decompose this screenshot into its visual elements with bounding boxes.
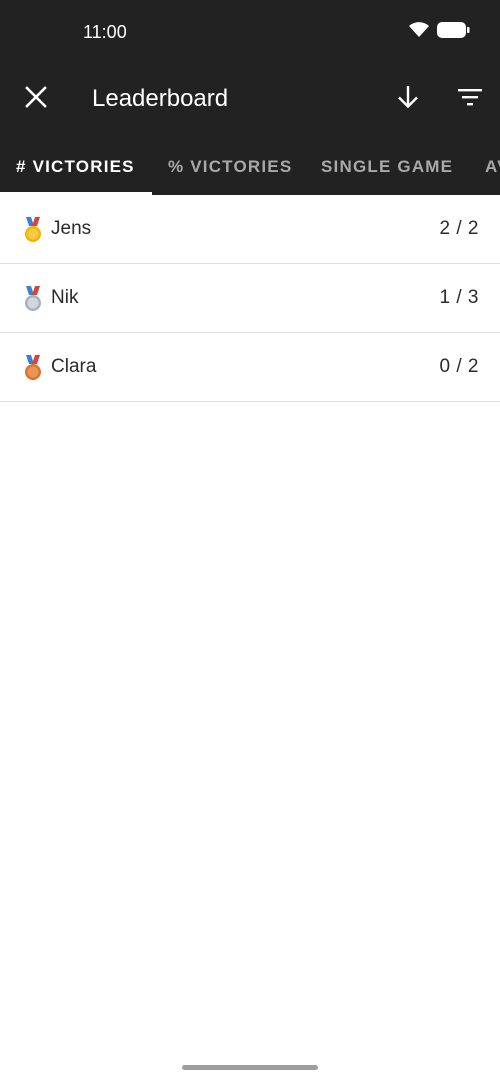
wifi-icon	[408, 21, 430, 44]
tab-single-game[interactable]: SINGLE GAME	[321, 138, 453, 195]
filter-icon	[458, 88, 482, 111]
gold-medal-icon	[22, 217, 44, 243]
tab-average[interactable]: AVERAGE	[485, 138, 500, 195]
leaderboard-row[interactable]: Nik 1 / 3	[0, 264, 500, 333]
battery-icon	[436, 21, 470, 44]
player-name: Clara	[51, 356, 97, 377]
home-indicator[interactable]	[182, 1065, 318, 1070]
player-score: 2 / 2	[439, 218, 479, 239]
arrow-down-icon	[397, 85, 419, 114]
close-button[interactable]	[16, 79, 56, 119]
tab-victories-percent[interactable]: % VICTORIES	[168, 138, 292, 195]
close-icon	[25, 85, 47, 113]
silver-medal-icon	[22, 286, 44, 312]
status-time: 11:00	[83, 22, 127, 42]
player-name: Nik	[51, 287, 79, 308]
leaderboard-list: Jens 2 / 2 Nik 1 / 3 Clara 0 / 2	[0, 195, 500, 402]
bronze-medal-icon	[22, 355, 44, 381]
player-name: Jens	[51, 218, 92, 239]
sort-button[interactable]	[388, 79, 428, 119]
page-title: Leaderboard	[92, 85, 229, 112]
status-icons	[408, 21, 470, 43]
player-score: 1 / 3	[439, 287, 479, 308]
status-bar: 11:00	[0, 0, 500, 62]
leaderboard-row[interactable]: Clara 0 / 2	[0, 333, 500, 402]
tab-bar: # VICTORIES % VICTORIES SINGLE GAME AVER…	[0, 138, 500, 195]
player-score: 0 / 2	[439, 356, 479, 377]
leaderboard-row[interactable]: Jens 2 / 2	[0, 195, 500, 264]
filter-button[interactable]	[450, 79, 490, 119]
toolbar: Leaderboard	[0, 62, 500, 138]
app-header: 11:00 Leaderboard # VICTORIES % VICTORIE…	[0, 0, 500, 195]
tab-victories-count[interactable]: # VICTORIES	[16, 138, 135, 195]
